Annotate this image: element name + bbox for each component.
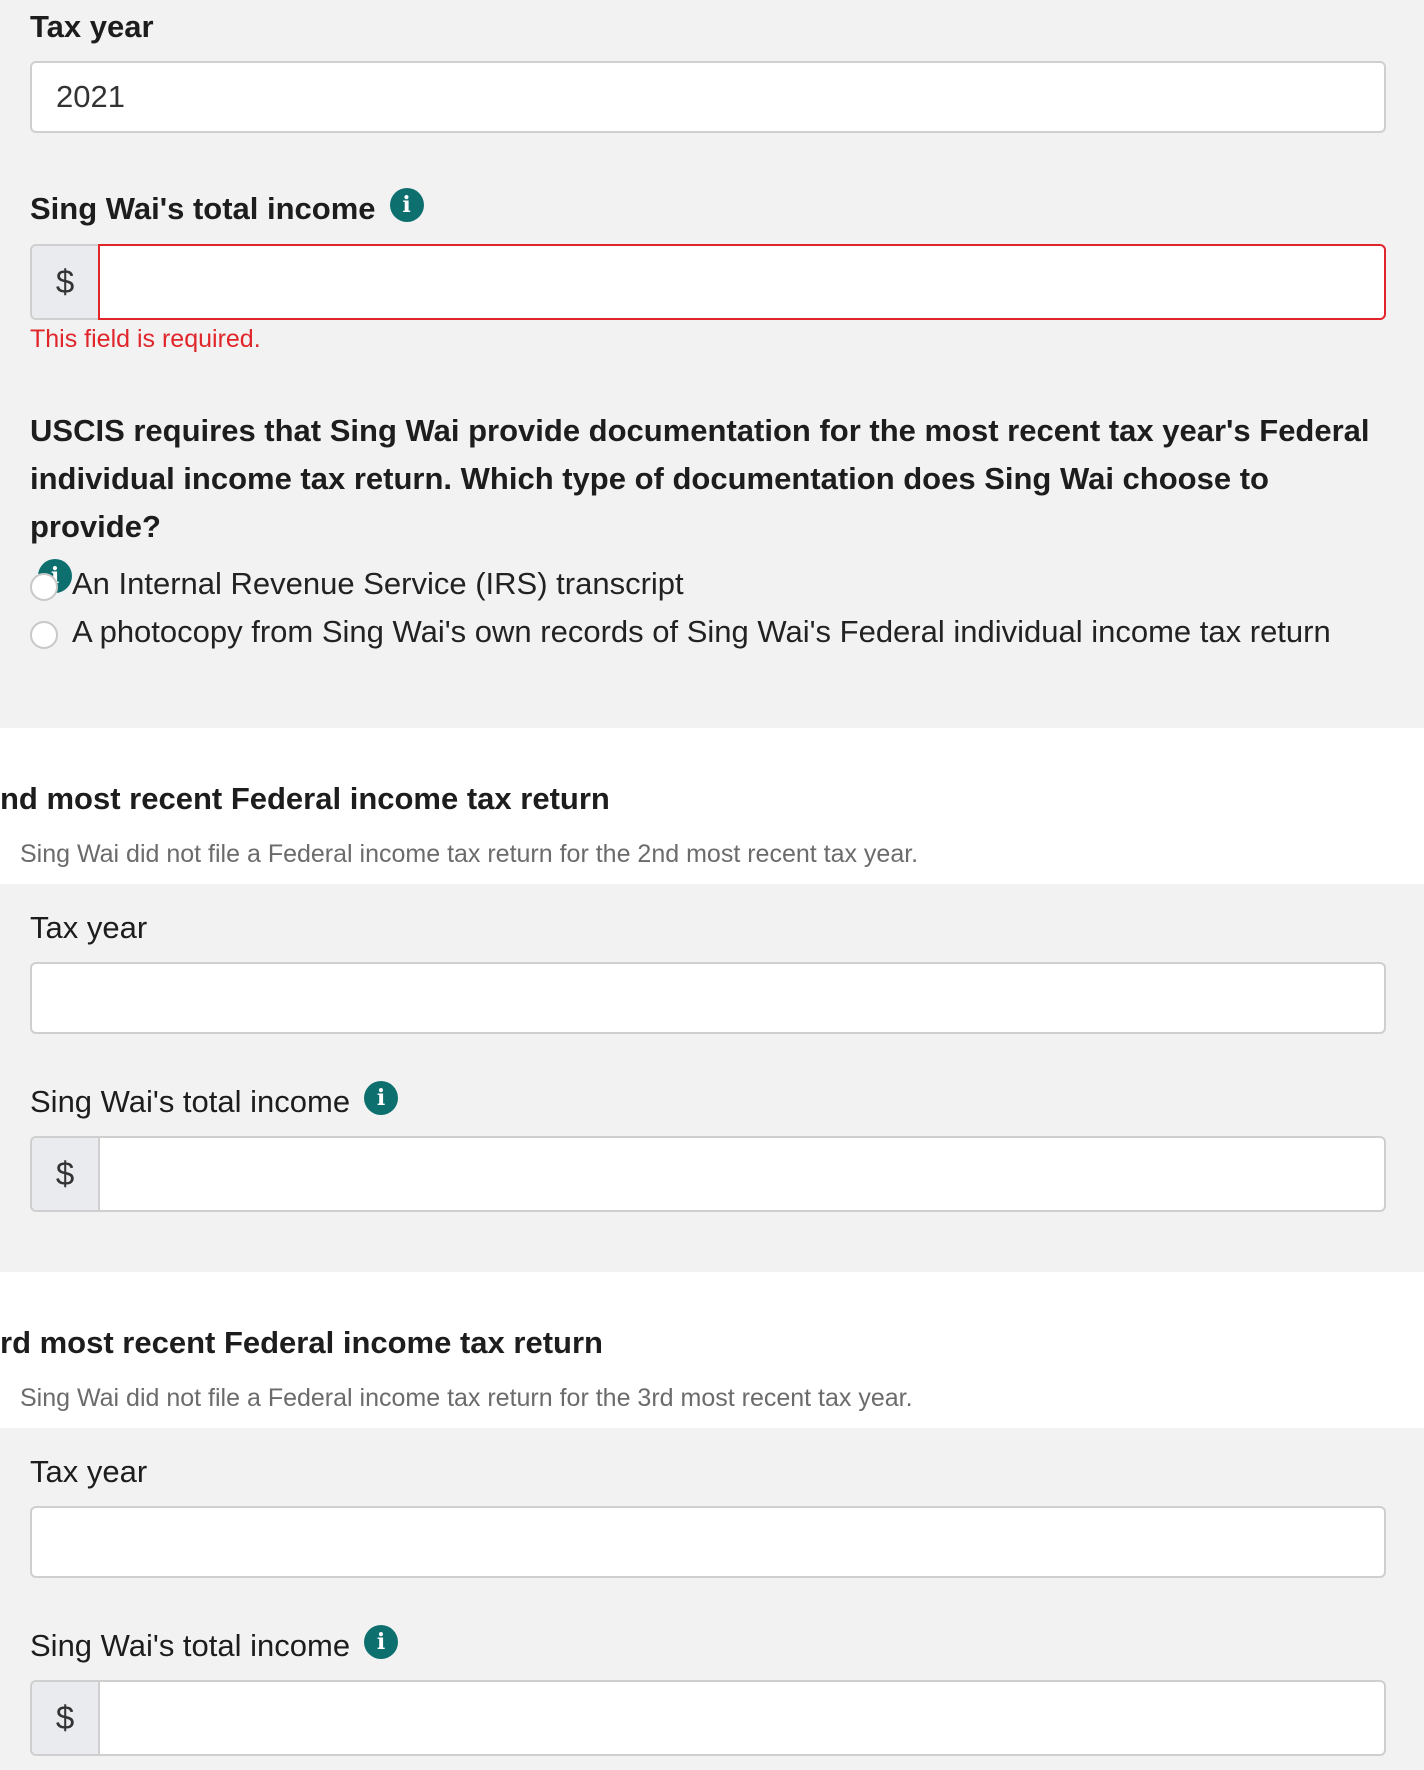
info-icon[interactable]: i: [364, 1080, 399, 1115]
total-income-field: $: [30, 244, 1386, 320]
total-income-field: $: [30, 1680, 1386, 1756]
section2-panel: [0, 884, 1424, 1272]
option-photocopy[interactable]: A photocopy from Sing Wai's own records …: [30, 614, 1331, 650]
radio-button[interactable]: [30, 573, 58, 601]
section3-title: rd most recent Federal income tax return: [0, 1325, 603, 1360]
total-income-input[interactable]: [98, 1680, 1386, 1756]
section2-title: nd most recent Federal income tax return: [0, 781, 610, 816]
tax-year-label: Tax year: [30, 909, 148, 945]
tax-year-label: Tax year: [30, 1453, 148, 1489]
tax-year-label: Tax year: [30, 8, 154, 44]
section2-note: Sing Wai did not file a Federal income t…: [20, 840, 919, 868]
tax-year-input[interactable]: [30, 61, 1386, 133]
total-income-label: Sing Wai's total income i: [30, 1624, 399, 1666]
total-income-label: Sing Wai's total income i: [30, 187, 424, 229]
section3-note: Sing Wai did not file a Federal income t…: [20, 1384, 913, 1412]
currency-addon: $: [30, 1680, 98, 1756]
tax-year-input[interactable]: [30, 1506, 1386, 1578]
currency-addon: $: [30, 1136, 98, 1212]
radio-button[interactable]: [30, 621, 58, 649]
error-message: This field is required.: [30, 325, 261, 353]
total-income-label: Sing Wai's total income i: [30, 1080, 399, 1122]
info-icon[interactable]: i: [389, 187, 424, 222]
total-income-input[interactable]: [98, 244, 1386, 320]
total-income-field: $: [30, 1136, 1386, 1212]
option-irs-transcript[interactable]: An Internal Revenue Service (IRS) transc…: [30, 566, 684, 602]
tax-year-input[interactable]: [30, 962, 1386, 1034]
total-income-input[interactable]: [98, 1136, 1386, 1212]
info-icon[interactable]: i: [364, 1624, 399, 1659]
currency-addon: $: [30, 244, 98, 320]
